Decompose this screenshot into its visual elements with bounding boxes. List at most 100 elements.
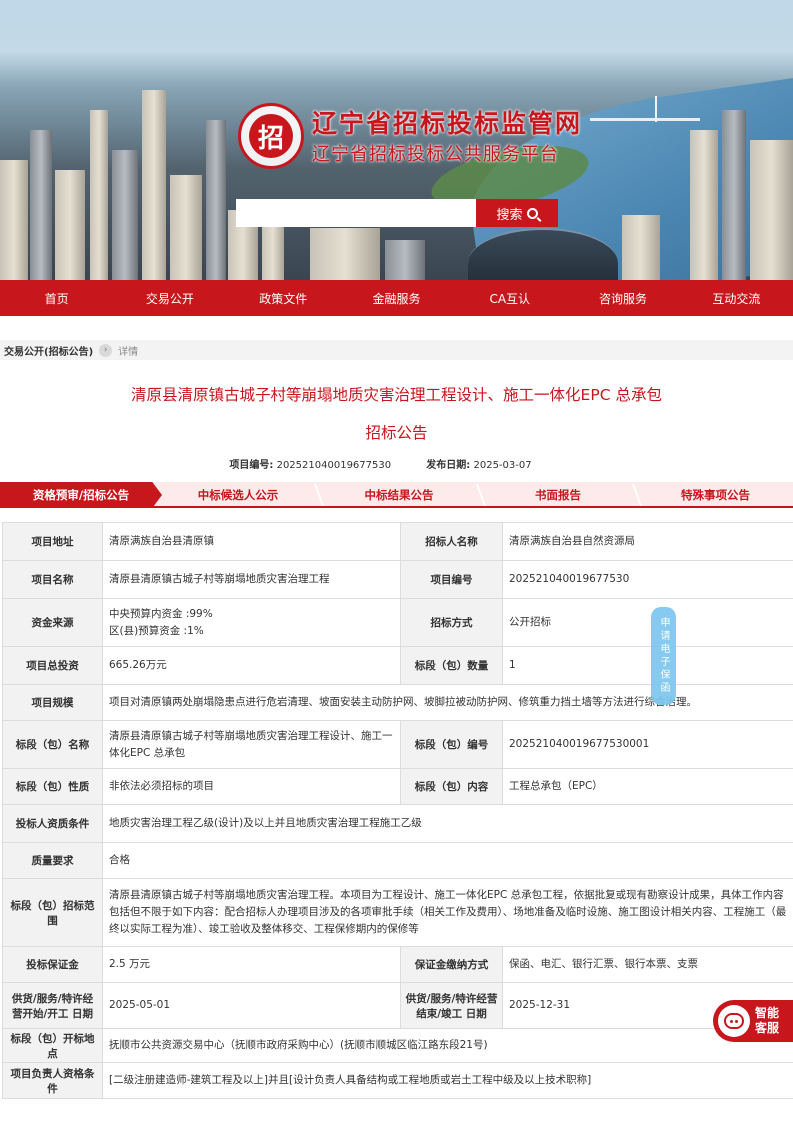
banner-building (112, 150, 138, 280)
nav-item-ca[interactable]: CA互认 (453, 280, 566, 316)
banner-building (750, 140, 793, 280)
table-row: 标段（包）招标范围 清原县清原镇古城子村等崩塌地质灾害治理工程。本项目为工程设计… (2, 878, 793, 947)
field-value: [二级注册建造师-建筑工程及以上]并且[设计负责人具备结构或工程地质或岩土工程中… (102, 1062, 793, 1099)
banner-building (690, 130, 718, 280)
field-label: 保证金缴纳方式 (400, 946, 503, 983)
banner-building (206, 120, 226, 280)
header-banner: 招 辽宁省招标投标监管网 辽宁省招标投标公共服务平台 搜索 (0, 0, 793, 280)
tab-written-report[interactable]: 书面报告 (482, 482, 634, 508)
tab-special-notice[interactable]: 特殊事项公告 (638, 482, 793, 508)
apply-e-guarantee-button[interactable]: 申请电子保函 (651, 607, 676, 705)
banner-building (142, 90, 166, 280)
field-value: 清原县清原镇古城子村等崩塌地质灾害治理工程。本项目为工程设计、施工一体化EPC … (102, 878, 793, 947)
search-input[interactable] (236, 199, 476, 227)
field-label: 项目编号 (400, 560, 503, 599)
notice-detail-table: 项目地址 清原满族自治县清原镇 招标人名称 清原满族自治县自然资源局 项目名称 … (2, 522, 793, 1099)
field-value: 清原满族自治县清原镇 (102, 522, 401, 561)
notice-subtitle: 招标公告 (365, 424, 428, 442)
field-value: 地质灾害治理工程乙级(设计)及以上并且地质灾害治理工程施工乙级 (102, 804, 793, 843)
notice-tabs: 资格预审/招标公告 中标候选人公示 中标结果公告 书面报告 特殊事项公告 (0, 482, 793, 508)
breadcrumb-parent[interactable]: 交易公开(招标公告) (4, 343, 93, 358)
breadcrumb: 交易公开(招标公告) › 详情 (0, 340, 793, 360)
banner-sky (0, 0, 793, 90)
field-value: 项目对清原镇两处崩塌隐患点进行危岩清理、坡面安装主动防护网、坡脚拉被动防护网、修… (102, 684, 793, 721)
field-value: 665.26万元 (102, 646, 401, 685)
field-value: 2.5 万元 (102, 946, 401, 983)
project-no-label: 项目编号: (229, 460, 274, 471)
field-label: 标段（包）招标范围 (2, 878, 103, 947)
banner-building (30, 130, 52, 280)
project-no-value: 2025210400196775​30 (276, 460, 392, 471)
breadcrumb-current: 详情 (118, 346, 139, 358)
field-label: 招标方式 (400, 598, 503, 647)
site-logo[interactable]: 招 (238, 103, 304, 169)
nav-item-home[interactable]: 首页 (0, 280, 113, 316)
banner-building (0, 160, 28, 280)
banner-building (170, 175, 202, 280)
field-label: 标段（包）编号 (400, 720, 503, 769)
banner-building (722, 110, 746, 280)
notice-meta: 项目编号: 2025210400196775​30 发布日期: 2025-03-… (0, 456, 793, 471)
field-value: 公开招标 (502, 598, 793, 647)
smart-service-label: 智能客服 (755, 1006, 780, 1035)
search-button-label: 搜索 (496, 207, 523, 223)
tab-candidate-publicity[interactable]: 中标候选人公示 (162, 482, 314, 508)
field-value: 中央预算内资金 :99% 区(县)预算资金 :1% (102, 598, 401, 647)
site-title: 辽宁省招标投标监管网 (312, 109, 583, 138)
publish-date-label: 发布日期: (426, 460, 471, 471)
field-label: 标段（包）名称 (2, 720, 103, 769)
field-value: 工程总承包（EPC） (502, 768, 793, 805)
field-label: 项目规模 (2, 684, 103, 721)
table-row: 标段（包）名称 清原县清原镇古城子村等崩塌地质灾害治理工程设计、施工一体化EPC… (2, 720, 793, 769)
field-value: 非依法必须招标的项目 (102, 768, 401, 805)
fund-source-central: 中央预算内资金 :99% (109, 607, 213, 620)
field-label: 标段（包）内容 (400, 768, 503, 805)
field-value: 清原县清原镇古城子村等崩塌地质灾害治理工程设计、施工一体化EPC 总承包 (102, 720, 401, 769)
table-row: 项目负责人资格条件 [二级注册建造师-建筑工程及以上]并且[设计负责人具备结构或… (2, 1062, 793, 1099)
field-label: 资金来源 (2, 598, 103, 647)
main-nav: 首页 交易公开 政策文件 金融服务 CA互认 咨询服务 互动交流 (0, 280, 793, 316)
table-row: 标段（包）性质 非依法必须招标的项目 标段（包）内容 工程总承包（EPC） (2, 768, 793, 805)
table-row: 投标保证金 2.5 万元 保证金缴纳方式 保函、电汇、银行汇票、银行本票、支票 (2, 946, 793, 983)
smart-service-button[interactable]: 智能客服 (713, 1000, 793, 1042)
nav-item-interaction[interactable]: 互动交流 (680, 280, 793, 316)
field-label: 项目地址 (2, 522, 103, 561)
tab-tender-notice[interactable]: 资格预审/招标公告 (0, 482, 162, 508)
banner-building (90, 110, 108, 280)
field-label: 投标保证金 (2, 946, 103, 983)
field-value: 清原满族自治县自然资源局 (502, 522, 793, 561)
field-value: 合格 (102, 842, 793, 879)
chat-bot-icon (718, 1005, 750, 1037)
table-row: 项目名称 清原县清原镇古城子村等崩塌地质灾害治理工程 项目编号 20252104… (2, 560, 793, 599)
search-button[interactable]: 搜索 (476, 199, 558, 227)
field-value: 1 (502, 646, 793, 685)
field-label: 标段（包）开标地点 (2, 1028, 103, 1063)
nav-item-consulting[interactable]: 咨询服务 (566, 280, 679, 316)
table-row: 投标人资质条件 地质灾害治理工程乙级(设计)及以上并且地质灾害治理工程施工乙级 (2, 804, 793, 843)
field-label: 质量要求 (2, 842, 103, 879)
field-value: 202521040019677530001 (502, 720, 793, 769)
banner-bridge (590, 118, 700, 121)
nav-item-finance[interactable]: 金融服务 (340, 280, 453, 316)
nav-item-policy[interactable]: 政策文件 (227, 280, 340, 316)
banner-building (55, 170, 85, 280)
field-value: 2025-05-01 (102, 982, 401, 1029)
nav-item-trade-public[interactable]: 交易公开 (113, 280, 226, 316)
field-value: 抚顺市公共资源交易中心（抚顺市政府采购中心）(抚顺市顺城区临江路东段21号) (102, 1028, 793, 1063)
field-value: 清原县清原镇古城子村等崩塌地质灾害治理工程 (102, 560, 401, 599)
field-label: 供货/服务/特许经营结束/竣工 日期 (400, 982, 503, 1029)
field-label: 项目名称 (2, 560, 103, 599)
banner-building (385, 240, 425, 280)
site-subtitle: 辽宁省招标投标公共服务平台 (312, 144, 559, 165)
robot-face-icon (724, 1013, 744, 1029)
field-label: 标段（包）数量 (400, 646, 503, 685)
tab-award-result[interactable]: 中标结果公告 (320, 482, 478, 508)
table-row: 项目地址 清原满族自治县清原镇 招标人名称 清原满族自治县自然资源局 (2, 522, 793, 561)
notice-title: 清原县清原镇古城子村等崩塌地质灾害治理工程设计、施工一体化EPC 总承包 (131, 386, 662, 404)
publish-date-value: 2025-03-07 (473, 460, 532, 471)
table-row: 质量要求 合格 (2, 842, 793, 879)
banner-building (310, 228, 380, 280)
field-label: 投标人资质条件 (2, 804, 103, 843)
field-label: 项目总投资 (2, 646, 103, 685)
field-label: 供货/服务/特许经营开始/开工 日期 (2, 982, 103, 1029)
